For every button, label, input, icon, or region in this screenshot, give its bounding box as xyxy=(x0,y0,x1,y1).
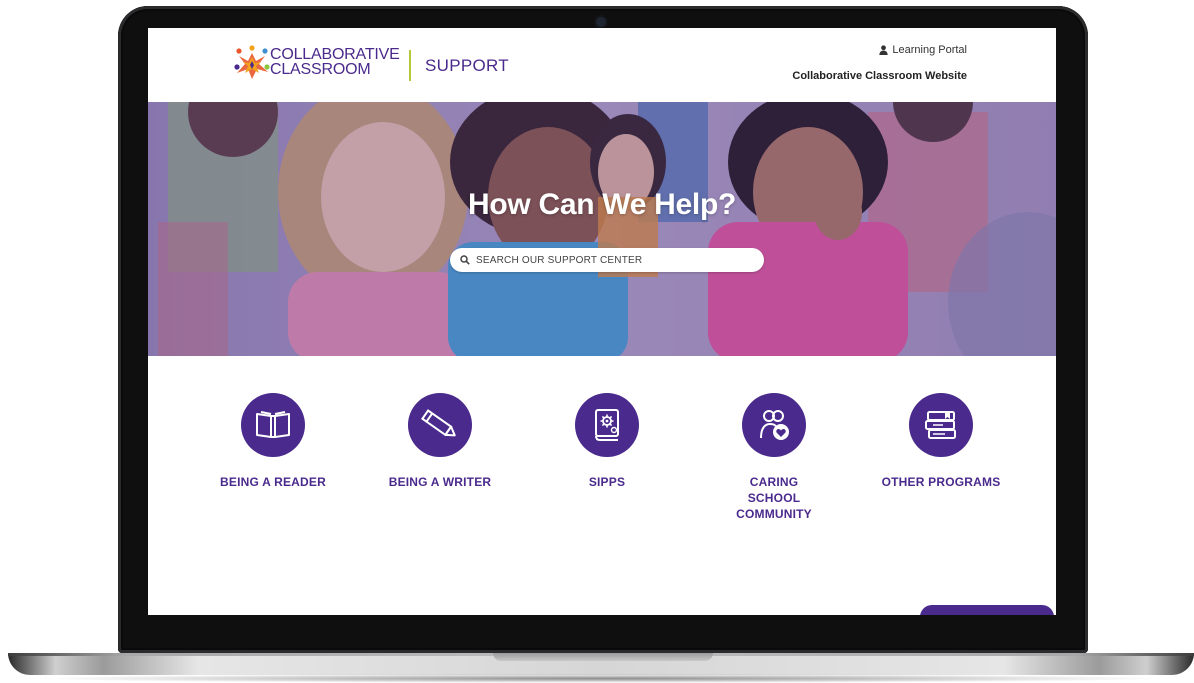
laptop-notch xyxy=(493,653,713,661)
program-categories: BEING A READER BEING A WRITER SIPPS CARI… xyxy=(148,393,1056,543)
pencil-icon xyxy=(420,409,456,437)
collaborative-classroom-website-link[interactable]: Collaborative Classroom Website xyxy=(792,70,967,82)
support-search-input[interactable] xyxy=(476,254,746,266)
support-section-label: SUPPORT xyxy=(425,56,509,75)
category-icon-circle xyxy=(909,393,973,457)
category-label: BEING A WRITER xyxy=(388,475,492,489)
community-heart-icon xyxy=(760,410,789,440)
logo-wordmark-line1: COLLABORATIVE xyxy=(270,46,400,63)
category-icon-circle xyxy=(575,393,639,457)
logo-wordmark[interactable]: COLLABORATIVE CLASSROOM xyxy=(270,46,400,78)
user-icon xyxy=(879,45,889,55)
category-label: BEING A READER xyxy=(220,475,326,489)
category-caring-school-community[interactable]: CARING SCHOOL COMMUNITY xyxy=(704,393,844,522)
logo-divider xyxy=(409,50,411,81)
category-being-a-reader[interactable]: BEING A READER xyxy=(203,393,343,490)
category-icon-circle xyxy=(241,393,305,457)
book-icon xyxy=(256,411,290,438)
collaborative-classroom-logo[interactable] xyxy=(232,45,272,81)
laptop-shadow xyxy=(30,674,1170,683)
category-label: SIPPS xyxy=(588,475,626,489)
learning-portal-link[interactable]: Learning Portal xyxy=(879,44,967,56)
gear-book-icon xyxy=(595,409,619,441)
hero-purple-tint xyxy=(148,102,1056,356)
category-other-programs[interactable]: OTHER PROGRAMS xyxy=(871,393,1011,490)
hero-title: How Can We Help? xyxy=(468,188,736,221)
category-label: OTHER PROGRAMS xyxy=(881,475,1001,489)
books-stack-icon xyxy=(925,411,956,439)
category-sipps[interactable]: SIPPS xyxy=(537,393,677,490)
logo-wordmark-line2: CLASSROOM xyxy=(270,61,371,78)
category-icon-circle xyxy=(742,393,806,457)
help-widget-tab[interactable] xyxy=(920,605,1054,615)
browser-viewport: COLLABORATIVE CLASSROOM SUPPORT Learning… xyxy=(148,28,1056,615)
category-icon-circle xyxy=(408,393,472,457)
support-search-box[interactable] xyxy=(450,248,764,272)
category-being-a-writer[interactable]: BEING A WRITER xyxy=(370,393,510,490)
webcam xyxy=(596,17,606,27)
search-icon xyxy=(460,255,470,265)
learning-portal-label: Learning Portal xyxy=(892,44,967,56)
site-header: COLLABORATIVE CLASSROOM SUPPORT Learning… xyxy=(148,28,1056,102)
hero-banner: How Can We Help? xyxy=(148,102,1056,356)
category-label: CARING SCHOOL COMMUNITY xyxy=(736,475,812,521)
